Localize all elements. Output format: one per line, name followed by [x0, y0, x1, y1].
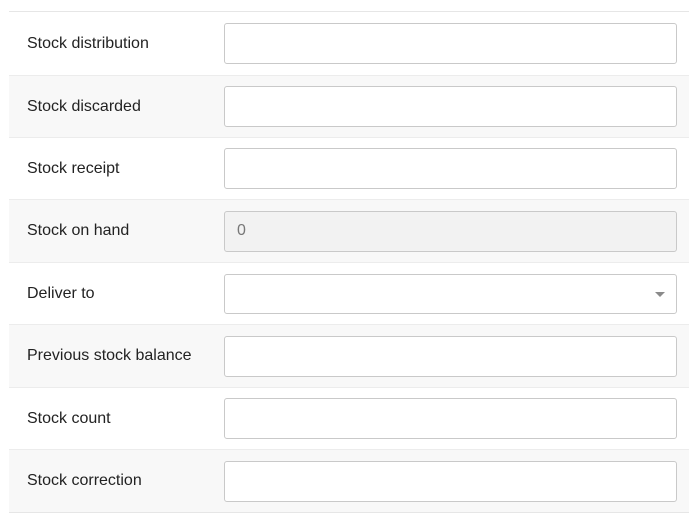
form-row-stock-correction: Stock correction	[9, 449, 689, 512]
stock-distribution-label: Stock distribution	[27, 34, 149, 52]
stock-correction-input[interactable]	[224, 460, 677, 502]
form-row-stock-on-hand: Stock on hand	[9, 199, 689, 262]
stock-receipt-input[interactable]	[224, 148, 677, 189]
stock-on-hand-label: Stock on hand	[27, 222, 130, 239]
stock-correction-label: Stock correction	[27, 472, 142, 489]
form-row-stock-count: Stock count	[9, 387, 689, 449]
chevron-down-icon	[655, 291, 665, 297]
stock-discarded-input[interactable]	[224, 86, 677, 127]
stock-receipt-label: Stock receipt	[27, 159, 120, 177]
stock-count-label: Stock count	[27, 409, 111, 427]
deliver-to-select[interactable]	[224, 273, 677, 314]
stock-on-hand-field	[224, 210, 677, 252]
previous-stock-balance-input[interactable]	[224, 335, 677, 377]
form-row-stock-receipt: Stock receipt	[9, 137, 689, 199]
previous-stock-balance-label: Previous stock balance	[27, 347, 192, 364]
stock-discarded-label: Stock discarded	[27, 97, 141, 115]
stock-distribution-input[interactable]	[224, 23, 677, 64]
form-row-stock-discarded: Stock discarded	[9, 75, 689, 137]
form-row-deliver-to: Deliver to	[9, 262, 689, 324]
form-row-stock-distribution: Stock distribution	[9, 12, 689, 75]
form-row-previous-stock-balance: Previous stock balance	[9, 324, 689, 387]
stock-form: Stock distribution Stock discarded Stock…	[9, 11, 689, 513]
stock-count-input[interactable]	[224, 398, 677, 439]
deliver-to-label: Deliver to	[27, 284, 95, 302]
